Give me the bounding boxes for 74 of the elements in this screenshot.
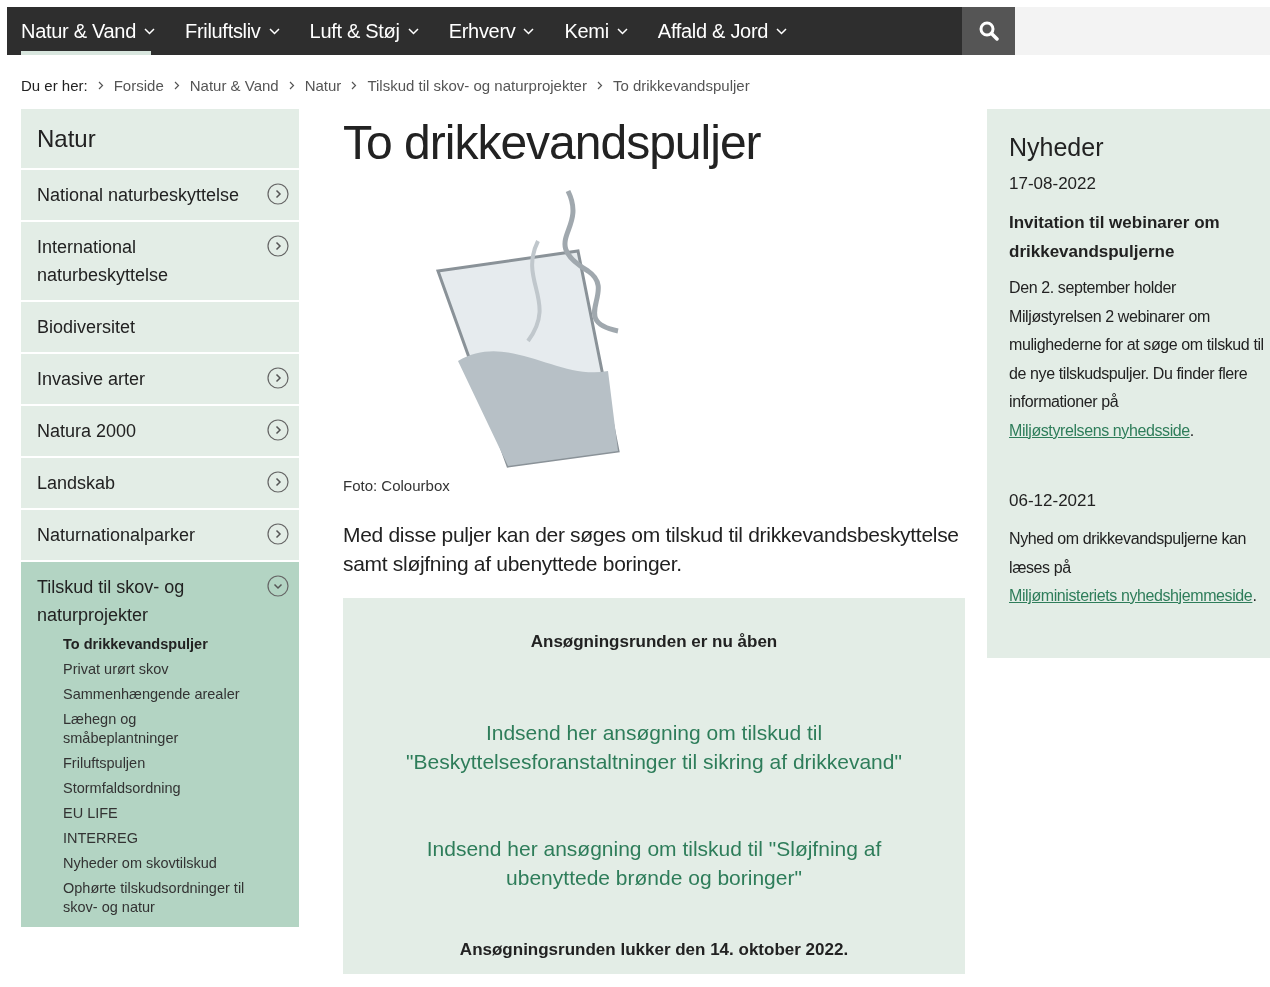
chevron-right-circle-icon[interactable]	[267, 471, 289, 493]
application-link[interactable]: Indsend her ansøgning om tilskud til "Beskyttelsesforanstaltninger til sikring af drikkevand"	[384, 718, 924, 776]
chevron-down-icon	[523, 27, 535, 35]
sidebar-item-label: Biodiversitet	[37, 316, 136, 339]
chevron-right-circle-icon[interactable]	[267, 523, 289, 545]
search-button[interactable]	[962, 7, 1015, 55]
sidebar-item-label: Natura 2000	[37, 420, 137, 443]
sidebar-subitem[interactable]: To drikkevandspuljer	[63, 635, 247, 654]
nav-menu-item[interactable]: Kemi	[550, 7, 644, 55]
news-headline: Invitation til webinarer om drikkevandspuljerne	[1009, 212, 1221, 263]
chevron-right-icon	[173, 80, 180, 90]
news-link[interactable]: Miljøstyrelsens nyhedsside	[1009, 421, 1190, 439]
chevron-down-icon	[268, 27, 280, 35]
chevron-down-icon	[144, 27, 155, 35]
nav-menu-item[interactable]: Luft & Støj	[295, 7, 435, 55]
chevron-right-circle-icon[interactable]	[267, 419, 289, 441]
sidebar-subitem[interactable]: INTERREG	[63, 829, 247, 848]
breadcrumb-link[interactable]: To drikkevandspuljer	[612, 76, 750, 94]
panel-heading: Ansøgningsrunden er nu åben	[530, 632, 778, 652]
chevron-down-icon	[616, 27, 628, 35]
sidebar-subitem[interactable]: EU LIFE	[63, 804, 247, 823]
breadcrumb-link[interactable]: Natur & Vand	[189, 76, 279, 94]
sidebar-subitem[interactable]: Stormfaldsordning	[63, 779, 247, 798]
search-icon	[978, 21, 999, 41]
panel-footer-text: Ansøgningsrunden lukker den 14. oktober 2022.	[459, 940, 849, 960]
sidebar-item-label: National naturbeskyttelse	[37, 184, 240, 207]
sidebar-title: Natur	[21, 109, 299, 168]
sidebar-subitem[interactable]: Nyheder om skovtilskud	[63, 854, 247, 873]
sidebar-item-label: Tilskud til skov- og naturprojekter	[37, 576, 186, 627]
application-link[interactable]: Indsend her ansøgning om tilskud til "Sløjfning af ubenyttede brønde og boringer"	[384, 834, 924, 892]
news-date: 17-08-2022	[1009, 174, 1097, 194]
breadcrumb-label: Du er her:	[21, 76, 88, 94]
chevron-down-icon	[776, 27, 788, 35]
sidebar-item-label: International naturbeskyttelse	[37, 236, 170, 287]
sidebar-item[interactable]: International naturbeskyttelse	[21, 222, 299, 300]
breadcrumb-link[interactable]: Forside	[113, 76, 164, 94]
news-link[interactable]: Miljøministeriets nyhedshjemmeside	[1009, 587, 1253, 604]
sidebar-subitem[interactable]: Ophørte tilskudsordninger til skov- og natur	[63, 879, 247, 917]
sidebar-subitem[interactable]: Sammenhængende arealer	[63, 685, 247, 704]
news-date: 06-12-2021	[1009, 491, 1097, 511]
chevron-right-icon	[97, 80, 104, 90]
chevron-down-icon	[407, 27, 419, 35]
sidebar-item[interactable]: Naturnationalparker	[21, 510, 299, 560]
photo-caption: Foto: Colourbox	[343, 477, 451, 494]
sidebar-subitem[interactable]: Læhegn og småbeplantninger	[63, 710, 247, 748]
sidebar-item[interactable]: Biodiversitet	[21, 302, 299, 352]
sidebar-item[interactable]: Natura 2000	[21, 406, 299, 456]
sidebar-item[interactable]	[21, 562, 299, 927]
nav-menu-item[interactable]: Affald & Jord	[643, 7, 804, 55]
chevron-right-circle-icon[interactable]	[267, 367, 289, 389]
sidebar-subitem[interactable]: Friluftspuljen	[63, 754, 247, 773]
chevron-down-circle-icon[interactable]	[267, 575, 289, 597]
nav-menu-item[interactable]: Friluftsliv	[171, 7, 296, 55]
news-text: Nyhed om drikkevandspuljerne kan læses på Miljøministeriets nyhedshjemmeside.	[1009, 529, 1258, 606]
news-title: Nyheder	[1009, 133, 1105, 162]
news-text: Den 2. september holder Miljøstyrelsen 2 webinarer om mulighederne for at søge om tilskud til de nye tilskudspuljer. Du finder flere informationer på Miljøstyrelsens nyhedsside.	[1009, 278, 1265, 441]
chevron-right-icon	[596, 80, 603, 90]
page-title: To drikkevandspuljer	[343, 115, 762, 171]
chevron-right-icon	[288, 80, 295, 90]
sidebar-item-label: Naturnationalparker	[37, 524, 196, 547]
breadcrumb-link[interactable]: Natur	[304, 76, 342, 94]
breadcrumb-link[interactable]: Tilskud til skov- og naturprojekter	[367, 76, 587, 94]
sidebar-item[interactable]: Invasive arter	[21, 354, 299, 404]
chevron-right-icon	[351, 80, 358, 90]
sidebar-item-label: Landskab	[37, 472, 116, 495]
chevron-right-circle-icon[interactable]	[267, 183, 289, 205]
sidebar-subitem[interactable]: Privat urørt skov	[63, 660, 247, 679]
chevron-right-circle-icon[interactable]	[267, 235, 289, 257]
sidebar-item[interactable]: Landskab	[21, 458, 299, 508]
nav-menu-item[interactable]: Erhverv	[434, 7, 551, 55]
nav-menu-item[interactable]: Natur & Vand	[7, 7, 171, 55]
sidebar-item[interactable]: National naturbeskyttelse	[21, 170, 299, 220]
sidebar-item-label: Invasive arter	[37, 368, 146, 391]
lead-paragraph: Med disse puljer kan der søges om tilskud til drikkevandsbeskyttelse samt sløjfning af ubenyttede boringer.	[343, 522, 960, 577]
